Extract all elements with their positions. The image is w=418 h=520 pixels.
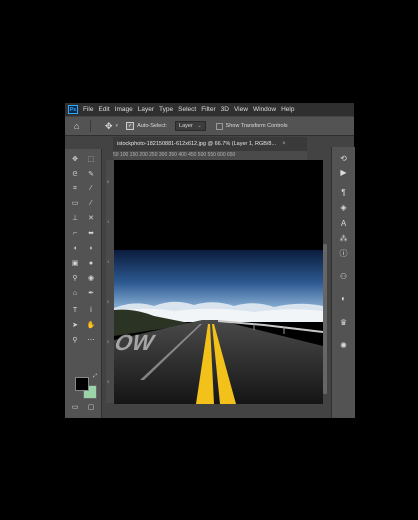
menu-bar: Ps File Edit Image Layer Type Select Fil… [65, 103, 354, 116]
direct-selection-tool-icon[interactable]: ➤ [70, 321, 80, 331]
move-tool-icon[interactable]: ✥ [105, 121, 113, 132]
freeform-pen-tool-icon[interactable]: ✒ [86, 289, 96, 299]
menu-window[interactable]: Window [253, 106, 276, 113]
actions-panel-icon[interactable]: ▶ [337, 167, 350, 178]
zoom-tool-icon[interactable]: ⚲ [70, 336, 80, 346]
history-brush-tool-icon[interactable]: ✕ [86, 214, 96, 224]
auto-select-checkbox[interactable]: ✓ [126, 122, 135, 130]
menu-image[interactable]: Image [115, 106, 133, 113]
options-bar: ⌂ ✥ ▾ ✓ Auto-Select: Layer ⌄ Show Transf… [65, 117, 354, 136]
menu-3d[interactable]: 3D [221, 106, 229, 113]
marquee-tool-icon[interactable]: ⬚ [86, 155, 96, 165]
dodge-tool-icon[interactable]: ◗ [86, 244, 96, 254]
road-photo: SLOW [114, 160, 323, 404]
document-tab[interactable]: istockphoto-182150881-612x612.jpg @ 66.7… [113, 137, 307, 151]
eyedropper-tool-icon[interactable]: ⁄ [86, 184, 96, 194]
transform-controls-label: Show Transform Controls [225, 123, 288, 129]
adjustments-panel-icon[interactable]: ◐ [337, 293, 350, 304]
transform-controls-checkbox[interactable] [215, 122, 223, 130]
channels-panel-icon[interactable]: ⚇ [337, 271, 350, 282]
eraser-tool-icon[interactable]: ⌐ [70, 229, 80, 239]
ruler-tick: 1 [107, 259, 110, 264]
ruler-tick: 5 [107, 179, 110, 184]
photoshop-window: Ps File Edit Image Layer Type Select Fil… [65, 103, 355, 418]
lasso-tool-icon[interactable]: ᘓ [70, 170, 80, 180]
home-icon[interactable]: ⌂ [74, 121, 84, 131]
vertical-type-tool-icon[interactable]: ⅰ [86, 306, 96, 316]
swap-colors-icon[interactable]: ⤢ [90, 371, 100, 381]
character-panel-icon[interactable]: A [337, 218, 350, 229]
ruler-tick: 2 [107, 299, 110, 304]
move-tool-icon[interactable]: ✥ [70, 155, 80, 165]
photoshop-logo-icon: Ps [68, 105, 78, 114]
divider [90, 120, 91, 132]
auto-select-label: Auto-Select: [137, 123, 168, 129]
ruler-numbers: 50 100 150 200 250 300 350 400 450 500 5… [113, 152, 236, 158]
menu-file[interactable]: File [83, 106, 93, 113]
menu-view[interactable]: View [234, 106, 248, 113]
blur-tool-icon[interactable]: ◖ [70, 244, 80, 254]
burn-tool-icon[interactable]: ◉ [86, 274, 96, 284]
type-tool-icon[interactable]: T [70, 306, 80, 316]
path-select-tool-icon[interactable]: ⌂ [70, 289, 80, 299]
history-panel-icon[interactable]: ⟲ [337, 153, 350, 164]
ruler-tick: 2 [107, 339, 110, 344]
auto-select-target-value: Layer [179, 123, 193, 129]
quick-mask-icon[interactable]: ▭ [70, 403, 80, 413]
right-panel-dock: ⟲ ▶ ¶ ◈ A ⁂ ⓘ ⚇ ◐ ♛ ✺ [331, 147, 355, 418]
menu-edit[interactable]: Edit [98, 106, 109, 113]
vertical-scrollbar[interactable] [323, 244, 327, 394]
healing-brush-tool-icon[interactable]: ▭ [70, 199, 80, 209]
brushes-panel-icon[interactable]: ✺ [337, 340, 350, 351]
layers-panel-icon[interactable]: ◈ [337, 202, 350, 213]
menu-layer[interactable]: Layer [138, 106, 154, 113]
quick-select-tool-icon[interactable]: ✎ [86, 170, 96, 180]
chevron-down-icon: ⌄ [197, 123, 202, 129]
brush-tool-icon[interactable]: ⁄ [86, 199, 96, 209]
menu-select[interactable]: Select [178, 106, 196, 113]
gradient-tool-icon[interactable]: ⬌ [86, 229, 96, 239]
paragraph-panel-icon[interactable]: ¶ [337, 187, 350, 198]
crop-tool-icon[interactable]: ⌗ [70, 184, 80, 194]
foreground-color-swatch[interactable] [75, 377, 89, 391]
smudge-tool-icon[interactable]: ⚲ [70, 274, 80, 284]
info-panel-icon[interactable]: ⓘ [337, 248, 350, 259]
clone-stamp-tool-icon[interactable]: ⊥ [70, 214, 80, 224]
document-tab-title: istockphoto-182150881-612x612.jpg @ 66.7… [117, 141, 277, 147]
auto-select-target-dropdown[interactable]: Layer ⌄ [175, 121, 206, 131]
document-canvas[interactable]: SLOW [114, 160, 323, 404]
tools-panel: ✥ ⬚ ᘓ ✎ ⌗ ⁄ ▭ ⁄ ⊥ ✕ ⌐ ⬌ ◖ ◗ ▣ ● ⚲ ◉ ⌂ ✒ … [65, 149, 102, 418]
menu-filter[interactable]: Filter [201, 106, 215, 113]
sponge-tool-icon[interactable]: ● [86, 259, 96, 269]
menu-type[interactable]: Type [159, 106, 173, 113]
more-tools-icon[interactable]: ⋯ [86, 336, 96, 346]
pen-tool-icon[interactable]: ▣ [70, 259, 80, 269]
screen-mode-icon[interactable]: ▢ [86, 403, 96, 413]
properties-panel-icon[interactable]: ♛ [337, 317, 350, 328]
menu-help[interactable]: Help [281, 106, 294, 113]
close-icon[interactable]: × [282, 141, 286, 147]
hand-tool-icon[interactable]: ✋ [86, 321, 96, 331]
glyphs-panel-icon[interactable]: ⁂ [337, 233, 350, 244]
chevron-down-icon[interactable]: ▾ [116, 123, 119, 129]
ruler-tick: 3 [107, 379, 110, 384]
ruler-tick: 1 [107, 219, 110, 224]
